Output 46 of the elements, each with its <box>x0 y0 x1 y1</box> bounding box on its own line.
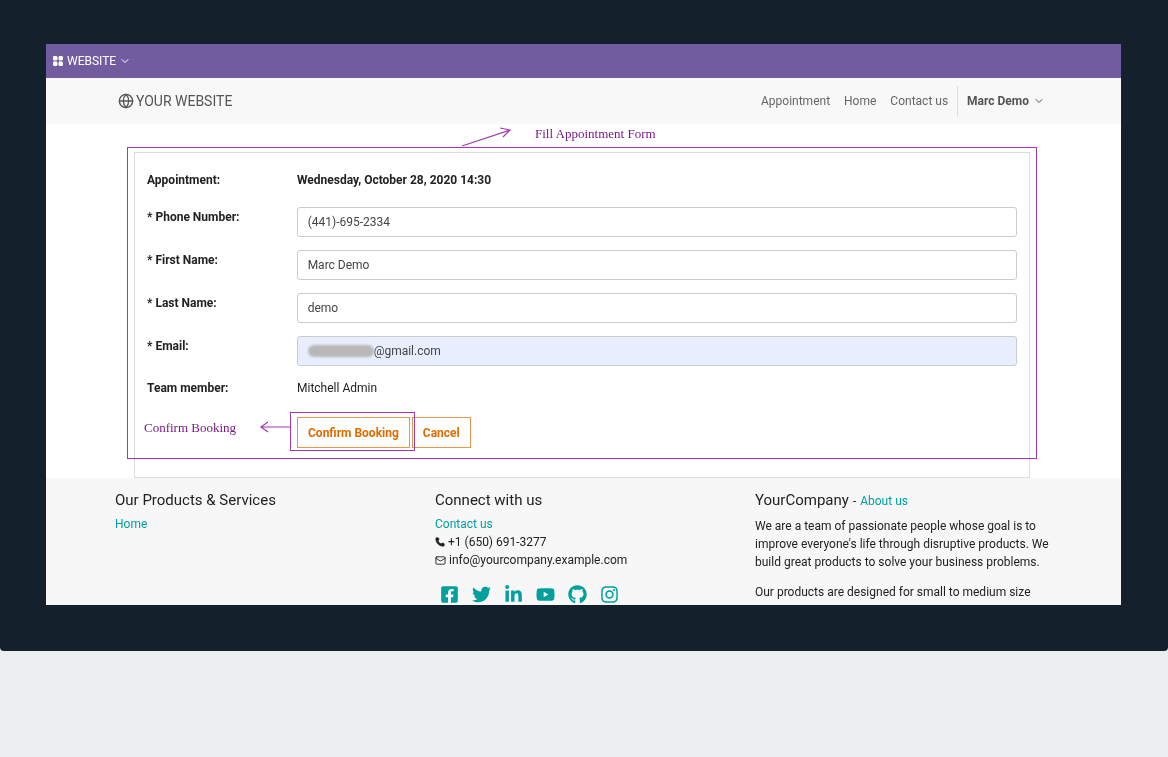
input-field[interactable]: (441)-695-2334 <box>296 207 1017 237</box>
annotation-text: Confirm Booking <box>144 419 237 437</box>
field-label: Team member: <box>147 380 230 397</box>
footer-link[interactable]: Contact us <box>435 515 755 533</box>
mail-icon <box>435 554 446 566</box>
field-label: * Phone Number: <box>147 209 241 226</box>
app-menu-button[interactable]: WEBSITE <box>52 52 132 70</box>
email-address: info@yourcompany.example.com <box>449 552 628 569</box>
team-member-value: Mitchell Admin <box>297 380 378 397</box>
globe-icon <box>118 93 134 109</box>
user-menu[interactable]: Marc Demo <box>960 92 1045 110</box>
redaction-blur <box>307 345 374 357</box>
input-field[interactable]: Marc Demo <box>296 250 1017 280</box>
footer-link[interactable]: About us <box>860 491 908 511</box>
separator: - <box>852 493 857 510</box>
linkedin-icon[interactable] <box>504 585 523 604</box>
nav-link[interactable]: Contact us <box>883 92 956 110</box>
field-label: * First Name: <box>147 252 219 269</box>
field-label: * Email: <box>147 338 190 355</box>
field-label: Appointment: <box>147 172 222 189</box>
twitter-icon[interactable] <box>472 585 491 604</box>
input-field[interactable]: @gmail.com <box>296 336 1017 366</box>
field-label: * Last Name: <box>147 295 218 312</box>
appointment-value: Wednesday, October 28, 2020 14:30 <box>297 172 492 189</box>
annotation-arrow <box>460 124 514 148</box>
facebook-icon[interactable] <box>440 585 459 604</box>
footer-paragraph: We are a team of passionate people whose goal is to improve everyone's life through disruptive products. We build great products to solve your business problems. <box>755 518 1050 571</box>
input-field[interactable]: demo <box>296 293 1017 323</box>
footer-heading: Connect with us <box>435 490 544 510</box>
grid-icon <box>52 55 64 67</box>
footer-paragraph: Our products are designed for small to medium size <box>755 584 1032 601</box>
phone-icon <box>435 537 445 547</box>
site-logo[interactable]: YOUR WEBSITE <box>118 90 233 112</box>
footer-heading: YourCompany <box>755 490 849 510</box>
youtube-icon[interactable] <box>536 585 555 604</box>
cancel-button[interactable]: Cancel <box>411 417 471 448</box>
confirm-button[interactable]: Confirm Booking <box>297 417 410 448</box>
nav-link[interactable]: Home <box>837 92 884 110</box>
github-icon[interactable] <box>568 585 587 604</box>
footer-link[interactable]: Home <box>115 515 435 533</box>
annotation-arrow <box>259 421 291 433</box>
annotation-text: Fill Appointment Form <box>535 125 656 143</box>
footer-heading: Our Products & Services <box>115 490 277 510</box>
nav-link[interactable]: Appointment <box>754 92 838 110</box>
phone-number: +1 (650) 691-3277 <box>448 534 547 551</box>
instagram-icon[interactable] <box>600 585 619 604</box>
